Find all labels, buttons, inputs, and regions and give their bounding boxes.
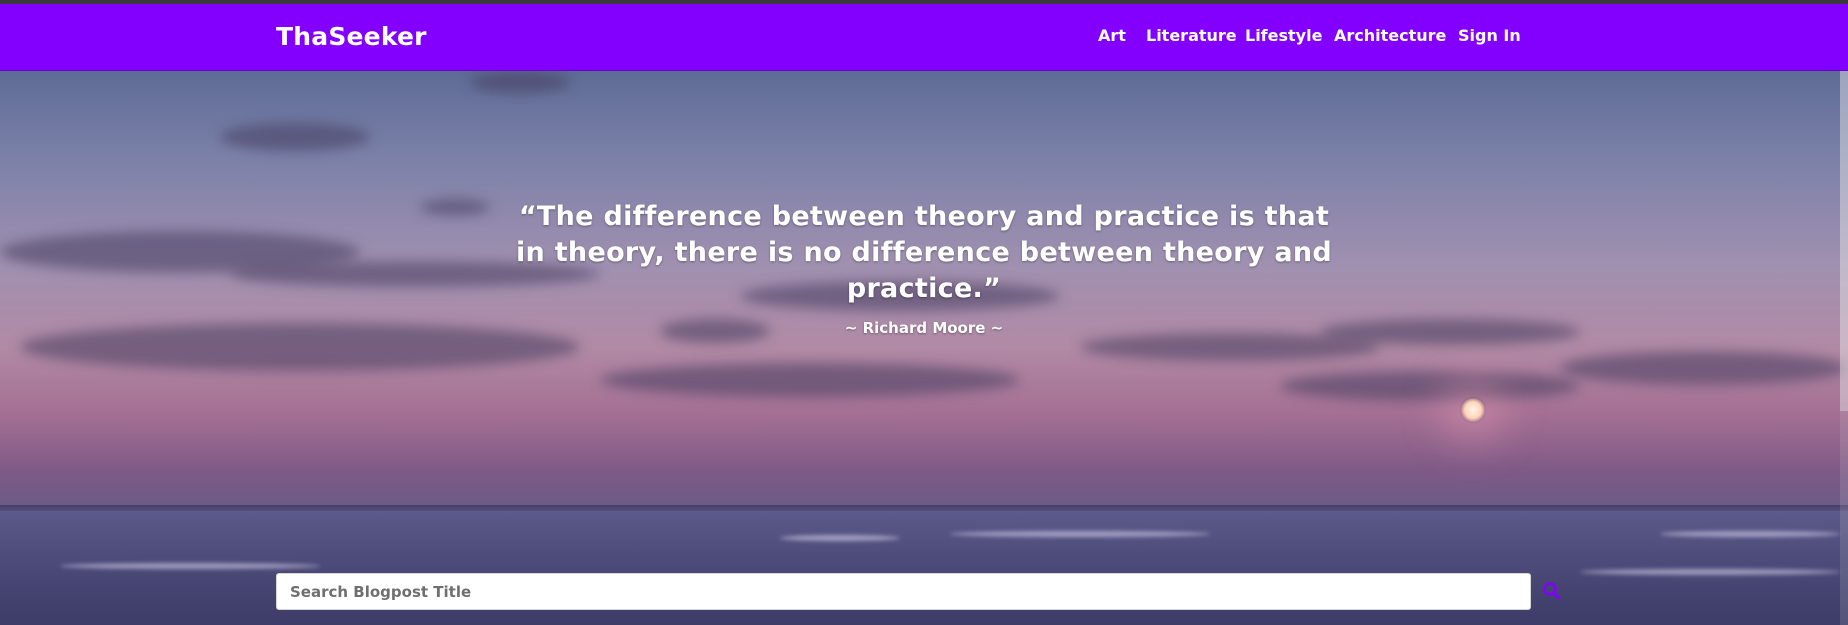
site-logo[interactable]: ThaSeeker <box>276 22 427 51</box>
page-scrollbar-thumb[interactable] <box>1840 71 1848 411</box>
search-box <box>276 573 1531 610</box>
wave <box>950 531 1210 537</box>
nav-link-art[interactable]: Art <box>1098 26 1126 45</box>
hero-quote: “The difference between theory and pract… <box>515 201 1333 304</box>
background-cloud <box>600 363 1020 397</box>
background-cloud <box>470 71 570 93</box>
sun <box>1460 397 1486 423</box>
sign-in-link[interactable]: Sign In <box>1458 26 1521 45</box>
search-icon[interactable] <box>1541 580 1563 602</box>
nav-link-architecture[interactable]: Architecture <box>1334 26 1446 45</box>
background-cloud <box>1320 319 1580 345</box>
nav-link-literature[interactable]: Literature <box>1146 26 1237 45</box>
background-cloud <box>1560 351 1848 385</box>
quote-author: ~ Richard Moore ~ <box>844 319 1004 337</box>
nav-link-lifestyle[interactable]: Lifestyle <box>1245 26 1322 45</box>
hero-quote-block: “The difference between theory and pract… <box>500 199 1348 337</box>
hero-banner: “The difference between theory and pract… <box>0 71 1848 625</box>
wave <box>60 563 320 569</box>
background-cloud <box>1280 371 1580 401</box>
search-input[interactable] <box>277 574 1530 609</box>
background-cloud <box>420 199 490 215</box>
wave <box>1660 531 1840 537</box>
background-cloud <box>220 123 370 151</box>
wave <box>780 535 900 541</box>
wave <box>1580 569 1840 575</box>
background-cloud <box>20 323 580 371</box>
navbar: ThaSeeker Art Literature Lifestyle Archi… <box>0 4 1848 71</box>
nav-links: Art Literature Lifestyle Architecture Si… <box>1090 26 1530 52</box>
